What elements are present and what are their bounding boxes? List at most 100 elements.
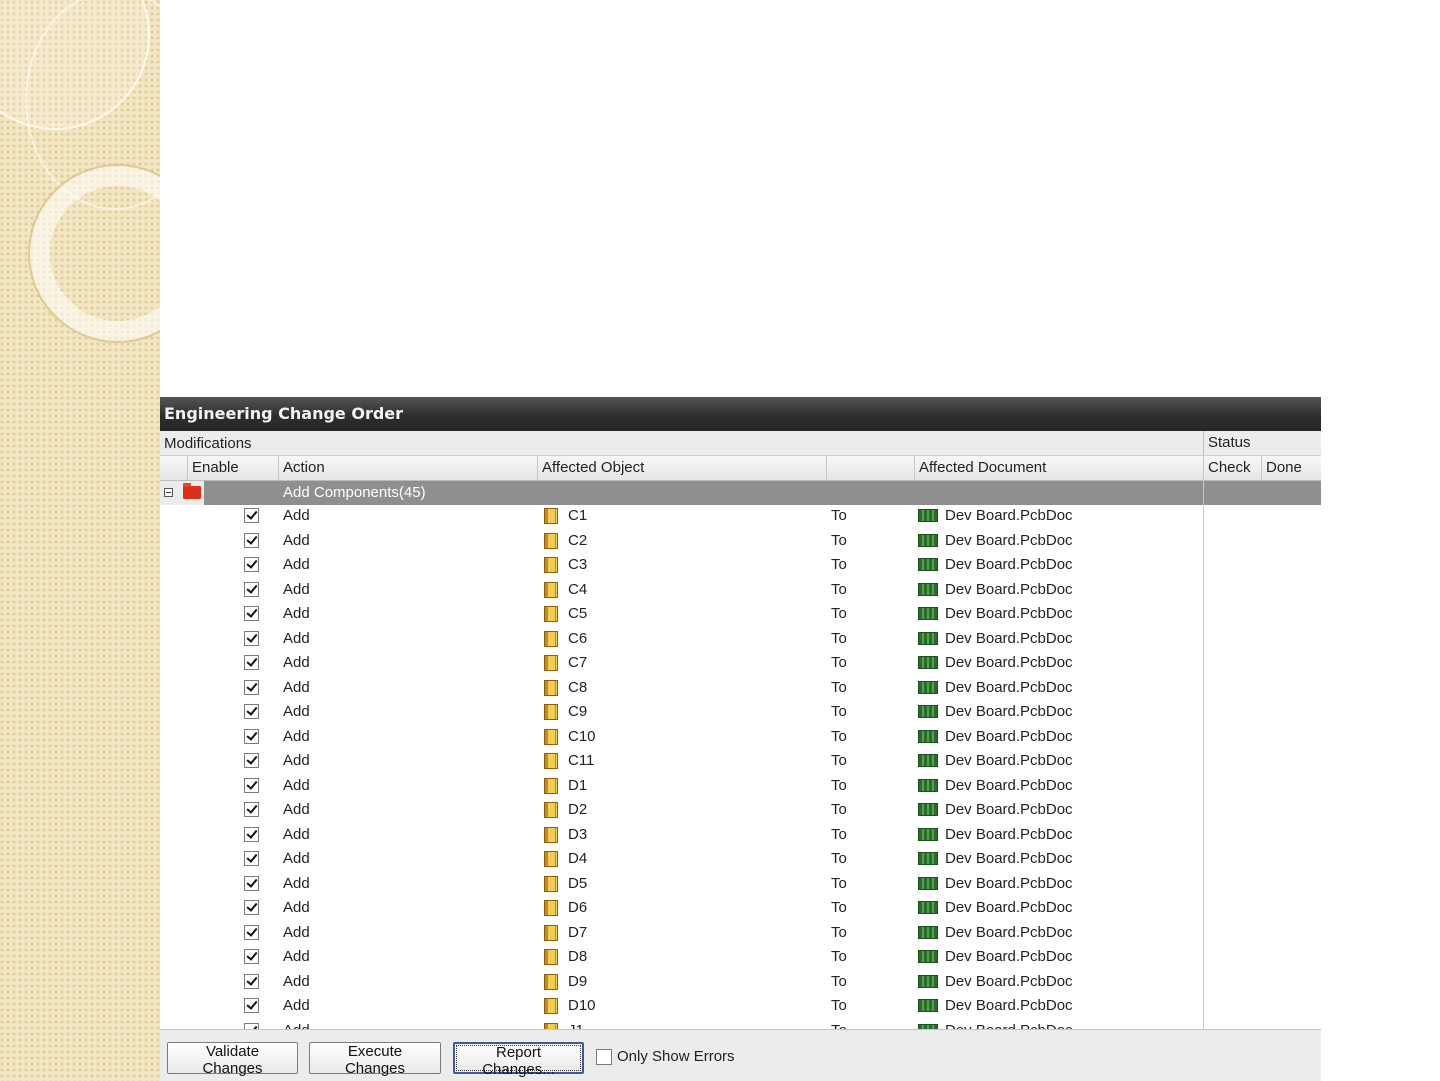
enable-checkbox[interactable] (244, 777, 259, 793)
enable-checkbox[interactable] (244, 679, 259, 695)
table-row[interactable]: Add C6 To Dev Board.PcbDoc (160, 628, 1321, 653)
table-row[interactable]: Add D1 To Dev Board.PcbDoc (160, 775, 1321, 800)
collapse-icon[interactable] (164, 488, 173, 497)
report-changes-button[interactable]: Report Changes... (453, 1042, 584, 1078)
column-header-tree (160, 456, 187, 480)
column-header-check[interactable]: Check (1203, 456, 1261, 480)
decorative-side-pattern (0, 0, 160, 1081)
to-cell: To (831, 752, 847, 769)
table-row[interactable]: Add D4 To Dev Board.PcbDoc (160, 848, 1321, 873)
enable-checkbox[interactable] (244, 704, 259, 719)
enable-checkbox[interactable] (244, 900, 259, 915)
to-cell: To (831, 727, 847, 745)
table-row[interactable]: Add C2 To Dev Board.PcbDoc (160, 530, 1321, 555)
enable-checkbox[interactable] (244, 949, 259, 964)
affected-object-cell: C11 (568, 752, 595, 769)
affected-object-cell: C5 (568, 605, 588, 622)
to-cell: To (831, 1022, 847, 1030)
table-row[interactable]: Add C3 To Dev Board.PcbDoc (160, 554, 1321, 579)
affected-document-cell: Dev Board.PcbDoc (945, 678, 1073, 696)
to-cell: To (831, 923, 847, 941)
column-header-enable[interactable]: Enable ▽ (187, 456, 296, 480)
action-cell: Add (283, 580, 310, 598)
table-row[interactable]: Add C4 To Dev Board.PcbDoc (160, 579, 1321, 604)
affected-object-cell: D6 (568, 899, 588, 916)
action-cell: Add (283, 948, 310, 965)
enable-checkbox[interactable] (244, 557, 259, 572)
to-cell: To (831, 899, 847, 916)
group-row-add-components[interactable]: Add Components(45) (160, 481, 1321, 505)
affected-object-cell: D2 (568, 801, 588, 818)
pcb-document-icon (918, 852, 938, 865)
pcb-document-icon (918, 656, 938, 669)
only-show-errors-label[interactable]: Only Show Errors (617, 1048, 735, 1065)
column-header-action[interactable]: Action (278, 456, 537, 480)
only-show-errors-checkbox[interactable] (596, 1049, 612, 1065)
pcb-document-icon (918, 607, 938, 620)
group-label: Add Components(45) (283, 484, 426, 501)
component-icon (544, 753, 558, 769)
modifications-header: Modifications (164, 435, 252, 452)
action-cell: Add (283, 629, 310, 647)
enable-checkbox[interactable] (244, 826, 259, 842)
affected-object-cell: C10 (568, 727, 596, 745)
column-header-enable-label: Enable (192, 459, 239, 476)
enable-checkbox[interactable] (244, 753, 259, 768)
action-cell: Add (283, 605, 310, 622)
action-cell: Add (283, 825, 310, 843)
column-header-to[interactable] (826, 456, 914, 480)
to-cell: To (831, 825, 847, 843)
changes-grid: Add Components(45) Add C1 To Dev Board.PcbD… (160, 481, 1321, 1029)
pcb-document-icon (918, 803, 938, 816)
table-row[interactable]: Add D5 To Dev Board.PcbDoc (160, 873, 1321, 898)
table-row[interactable]: Add C7 To Dev Board.PcbDoc (160, 652, 1321, 677)
affected-object-cell: C7 (568, 654, 588, 671)
table-row[interactable]: Add C5 To Dev Board.PcbDoc (160, 603, 1321, 628)
table-row[interactable]: Add J1 To Dev Board.PcbDoc (160, 1020, 1321, 1030)
component-icon (544, 802, 558, 818)
table-row[interactable]: Add C1 To Dev Board.PcbDoc (160, 505, 1321, 530)
table-row[interactable]: Add C11 To Dev Board.PcbDoc (160, 750, 1321, 775)
table-row[interactable]: Add D9 To Dev Board.PcbDoc (160, 971, 1321, 996)
table-row[interactable]: Add D3 To Dev Board.PcbDoc (160, 824, 1321, 849)
table-row[interactable]: Add D2 To Dev Board.PcbDoc (160, 799, 1321, 824)
enable-checkbox[interactable] (244, 998, 259, 1013)
enable-checkbox[interactable] (244, 532, 259, 548)
execute-changes-button[interactable]: Execute Changes (309, 1042, 441, 1077)
action-cell: Add (283, 972, 310, 990)
component-icon (544, 532, 558, 549)
enable-checkbox[interactable] (244, 924, 259, 940)
enable-checkbox[interactable] (244, 875, 259, 891)
table-row[interactable]: Add C8 To Dev Board.PcbDoc (160, 677, 1321, 702)
to-cell: To (831, 948, 847, 965)
to-cell: To (831, 629, 847, 647)
table-row[interactable]: Add C10 To Dev Board.PcbDoc (160, 726, 1321, 751)
enable-checkbox[interactable] (244, 728, 259, 744)
enable-checkbox[interactable] (244, 606, 259, 621)
column-header-affected-object[interactable]: Affected Object (537, 456, 826, 480)
table-row[interactable]: Add D10 To Dev Board.PcbDoc (160, 995, 1321, 1020)
affected-document-cell: Dev Board.PcbDoc (945, 531, 1073, 549)
enable-checkbox[interactable] (244, 851, 259, 866)
affected-document-cell: Dev Board.PcbDoc (945, 654, 1073, 671)
component-icon (544, 973, 558, 990)
to-cell: To (831, 801, 847, 818)
enable-checkbox[interactable] (244, 655, 259, 670)
table-row[interactable]: Add D6 To Dev Board.PcbDoc (160, 897, 1321, 922)
enable-checkbox[interactable] (244, 581, 259, 597)
enable-checkbox[interactable] (244, 630, 259, 646)
table-row[interactable]: Add D7 To Dev Board.PcbDoc (160, 922, 1321, 947)
enable-checkbox[interactable] (244, 973, 259, 989)
action-cell: Add (283, 507, 310, 524)
enable-checkbox[interactable] (244, 802, 259, 817)
pcb-document-icon (918, 533, 938, 547)
table-row[interactable]: Add D8 To Dev Board.PcbDoc (160, 946, 1321, 971)
to-cell: To (831, 556, 847, 573)
enable-checkbox[interactable] (244, 508, 259, 523)
validate-changes-button[interactable]: Validate Changes (167, 1042, 298, 1077)
column-header-affected-document[interactable]: Affected Document (914, 456, 1203, 480)
pcb-document-icon (918, 827, 938, 841)
table-row[interactable]: Add C9 To Dev Board.PcbDoc (160, 701, 1321, 726)
component-icon (544, 875, 558, 892)
column-header-done[interactable]: Done (1261, 456, 1321, 480)
